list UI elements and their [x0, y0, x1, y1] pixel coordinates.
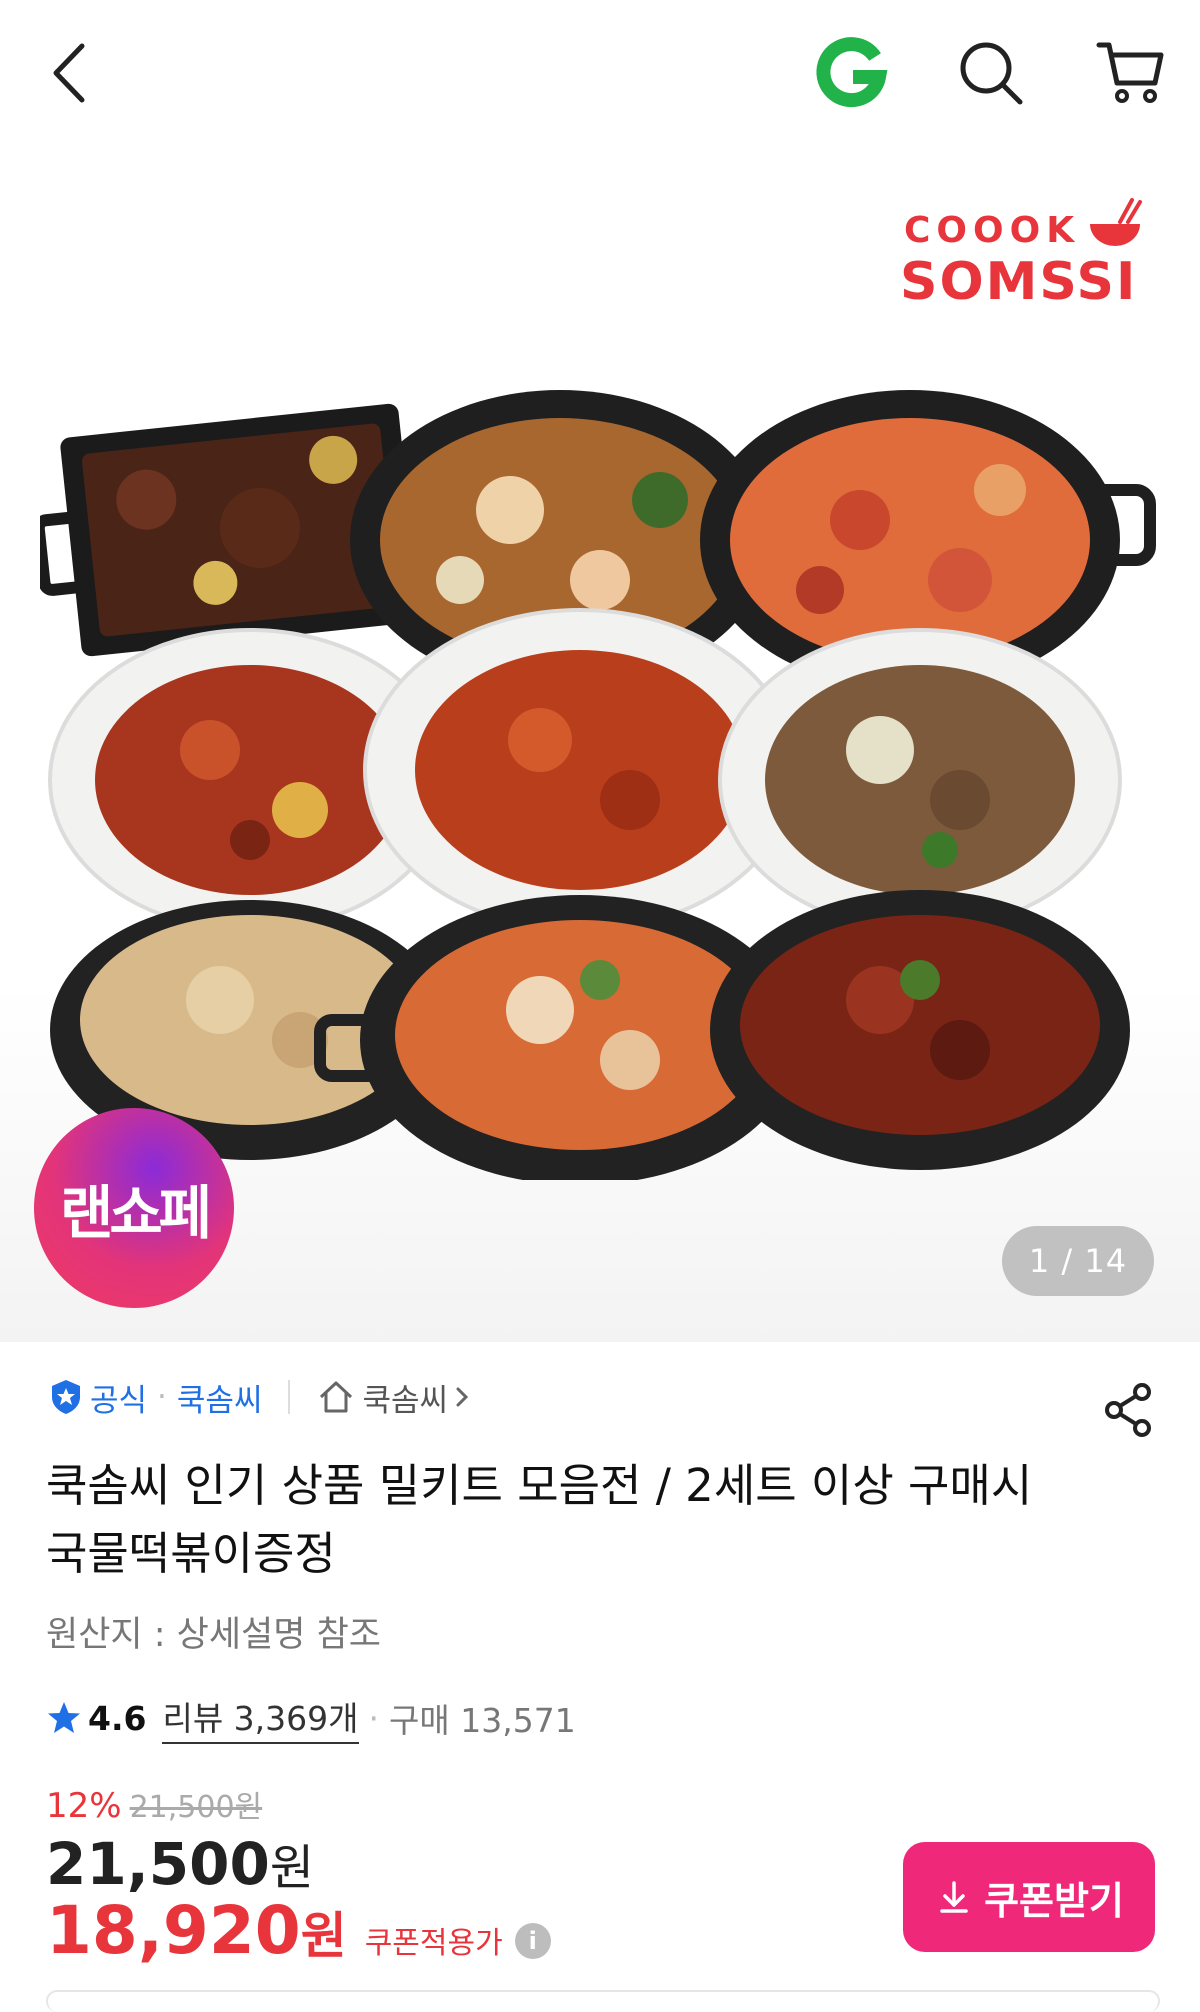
review-count-link[interactable]: 리뷰 3,369개 [162, 1692, 359, 1744]
sale-price-unit: 원 [269, 1840, 314, 1896]
divider [288, 1380, 291, 1414]
verified-shield-icon [52, 1380, 80, 1414]
get-coupon-button[interactable]: 쿠폰받기 [903, 1842, 1155, 1952]
share-button[interactable] [1100, 1380, 1160, 1440]
star-icon [48, 1702, 80, 1733]
next-section-edge [46, 1990, 1160, 2012]
discount-percent: 12% [46, 1786, 122, 1826]
cart-icon [1096, 42, 1164, 103]
gmarket-g-icon [816, 37, 888, 108]
chevron-right-icon [456, 1387, 469, 1407]
live-shopping-badge[interactable]: 랜쇼페 [34, 1108, 234, 1308]
discount-row: 12% 21,500원 [46, 1782, 262, 1826]
share-icon [1105, 1383, 1151, 1437]
rating-row: 4.6 리뷰 3,369개 · 구매 13,571 [46, 1692, 576, 1744]
meal-kit-food-image [40, 390, 1156, 1180]
gmarket-home-button[interactable] [806, 28, 896, 118]
original-price: 21,500원 [129, 1790, 263, 1825]
origin-info: 원산지 : 상세설명 참조 [46, 1615, 381, 1655]
coupon-price-row: 18,920 원 쿠폰적용가 i [46, 1892, 551, 1969]
brand-name: 쿡솜씨 [176, 1382, 263, 1419]
search-icon [960, 42, 1023, 105]
get-coupon-label: 쿠폰받기 [984, 1878, 1124, 1923]
coupon-price-value: 18,920 [46, 1892, 301, 1969]
official-label: 공식 [90, 1382, 148, 1419]
download-icon [940, 1881, 968, 1913]
image-counter: 1 / 14 [1002, 1226, 1154, 1296]
official-badge[interactable]: 공식 · 쿡솜씨 [46, 1375, 262, 1420]
rating-value: 4.6 [88, 1698, 147, 1738]
search-button[interactable] [946, 28, 1036, 118]
image-counter-text: 1 / 14 [1028, 1242, 1128, 1280]
dot-separator: · [368, 1698, 380, 1738]
product-title: 쿡솜씨 인기 상품 밀키트 모음전 / 2세트 이상 구매시 국물떡볶이증정 [46, 1459, 1033, 1580]
back-button[interactable] [24, 28, 114, 118]
coupon-price-label: 쿠폰적용가 [364, 1926, 503, 1961]
cart-button[interactable] [1086, 28, 1176, 118]
bowl-chopsticks-icon [1090, 198, 1142, 246]
store-home-link[interactable]: 쿡솜씨 [316, 1375, 472, 1420]
purchase-count: 구매 13,571 [389, 1701, 576, 1740]
info-icon[interactable]: i [514, 1923, 551, 1959]
store-row: 공식 · 쿡솜씨 쿡솜씨 [46, 1372, 472, 1422]
coupon-price-unit: 원 [300, 1907, 347, 1965]
brand-logo-bottom: SOMSSI [900, 252, 1138, 312]
product-info: 공식 · 쿡솜씨 쿡솜씨 쿡솜씨 인기 상품 밀키트 모음전 / 2세트 이상 … [0, 1342, 1200, 2012]
brand-logo-top: COOOK [904, 210, 1081, 251]
top-bar [0, 0, 1200, 150]
sale-price-value: 21,500 [46, 1830, 270, 1898]
sale-price: 21,500원 [46, 1828, 314, 1898]
store-home-label: 쿡솜씨 [362, 1382, 449, 1419]
live-shopping-label: 랜쇼페 [59, 1179, 212, 1247]
chevron-left-icon [53, 43, 85, 103]
product-image-carousel[interactable]: COOOK SOMSSI 랜쇼페 1 / 14 [0, 150, 1200, 1342]
home-icon [320, 1381, 353, 1413]
dot-separator: · [157, 1379, 167, 1415]
